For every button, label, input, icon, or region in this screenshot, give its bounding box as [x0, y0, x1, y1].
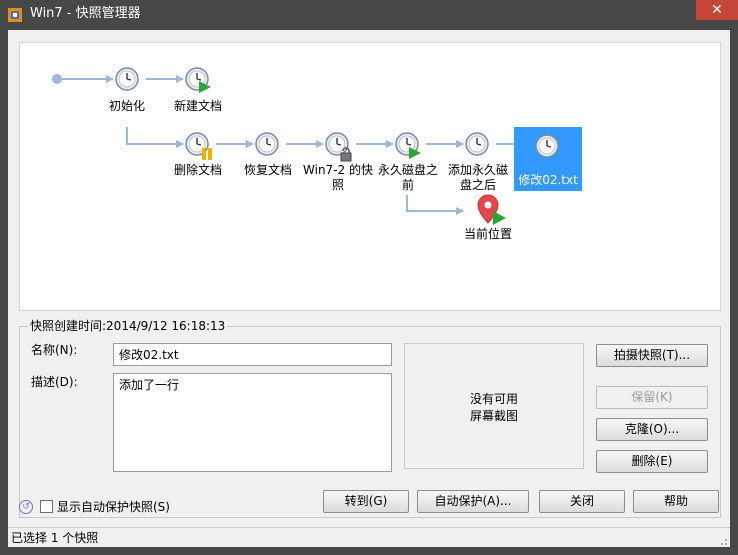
help-button[interactable]: 帮助 — [633, 490, 719, 513]
location-pin-icon[interactable] — [477, 194, 506, 225]
snapshot-name-input[interactable] — [113, 343, 392, 366]
autoprotect-button[interactable]: 自动保护(A)... — [417, 490, 529, 513]
name-label: 名称(N): — [31, 343, 78, 357]
snapshot-clock-icon[interactable] — [185, 67, 211, 93]
take-snapshot-button[interactable]: 拍摄快照(T)... — [596, 344, 708, 367]
node-label-current[interactable]: 当前位置 — [454, 227, 522, 242]
no-screenshot-text-1: 没有可用 — [469, 392, 518, 406]
snapshot-clock-icon[interactable] — [465, 132, 489, 156]
node-label-delete-doc[interactable]: 删除文档 — [166, 163, 230, 178]
node-label-after-perm[interactable]: 添加永久磁 盘之后 — [444, 163, 512, 193]
node-label-new-doc[interactable]: 新建文档 — [166, 99, 230, 114]
snapshot-description-input[interactable]: 添加了一行 — [113, 373, 392, 472]
app-icon — [8, 8, 22, 22]
snapshot-node-selected[interactable]: 修改02.txt — [514, 127, 582, 191]
snapshot-clock-icon[interactable] — [325, 132, 352, 162]
play-badge-icon — [493, 211, 506, 225]
window-title: Win7 - 快照管理器 — [30, 6, 141, 21]
snapshot-manager-window: Win7 - 快照管理器 ✕ 初始化 新建文档 删除文档 恢复文档 Win7-2… — [0, 0, 738, 555]
snapshot-clock-icon[interactable] — [255, 132, 279, 156]
close-button[interactable]: 关闭 — [539, 490, 625, 513]
snapshot-clock-icon[interactable] — [185, 132, 212, 160]
snapshot-created-time: 快照创建时间:2014/9/12 16:18:13 — [28, 318, 228, 334]
node-label-init[interactable]: 初始化 — [102, 99, 152, 114]
title-bar[interactable]: Win7 - 快照管理器 ✕ — [0, 0, 738, 30]
description-label: 描述(D): — [31, 375, 78, 389]
autoprotect-help-icon: ↺ — [19, 500, 33, 514]
node-label-win7-2[interactable]: Win7-2 的快 照 — [302, 163, 374, 193]
tree-root-dot — [52, 74, 62, 84]
keep-button[interactable]: 保留(K) — [596, 386, 708, 409]
client-area: 初始化 新建文档 删除文档 恢复文档 Win7-2 的快 照 永久磁盘之 前 添… — [8, 30, 730, 547]
snapshot-tree[interactable]: 初始化 新建文档 删除文档 恢复文档 Win7-2 的快 照 永久磁盘之 前 添… — [19, 42, 721, 311]
close-window-button[interactable]: ✕ — [696, 0, 738, 20]
no-screenshot-text-2: 屏幕截图 — [469, 409, 518, 423]
show-autoprotect-label[interactable]: 显示自动保护快照(S) — [57, 499, 170, 515]
snapshot-clock-icon[interactable] — [395, 132, 421, 159]
delete-button[interactable]: 删除(E) — [596, 450, 708, 473]
screenshot-preview: 没有可用 屏幕截图 — [404, 343, 584, 469]
show-autoprotect-checkbox[interactable] — [40, 500, 53, 513]
node-label-restore-doc[interactable]: 恢复文档 — [236, 163, 300, 178]
status-bar: 已选择 1 个快照 — [8, 527, 730, 548]
node-label-before-perm[interactable]: 永久磁盘之 前 — [372, 163, 444, 193]
resize-grip-icon[interactable] — [718, 536, 728, 546]
pause-badge-icon — [202, 148, 206, 160]
snapshot-clock-icon — [535, 134, 559, 158]
goto-button[interactable]: 转到(G) — [323, 490, 409, 513]
status-text: 已选择 1 个快照 — [11, 531, 99, 545]
snapshot-clock-icon[interactable] — [115, 67, 139, 91]
clone-button[interactable]: 克隆(O)... — [596, 418, 708, 441]
